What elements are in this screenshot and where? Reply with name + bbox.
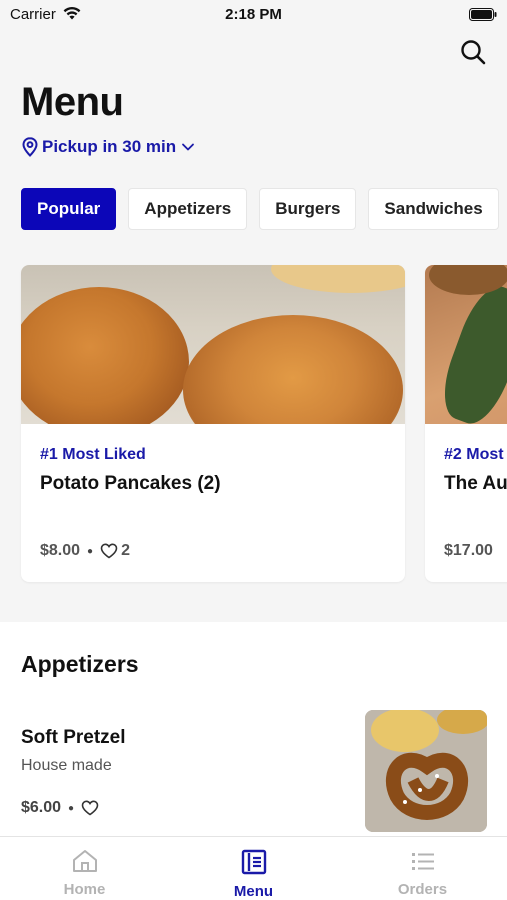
tab-menu[interactable]: Menu: [169, 837, 338, 900]
category-sandwiches[interactable]: Sandwiches: [368, 188, 499, 230]
card-rank-label: #2 Most Liked: [444, 446, 507, 463]
separator-dot: ●: [68, 802, 75, 814]
section-title: Appetizers: [21, 651, 139, 677]
tab-label: Menu: [233, 883, 274, 900]
tab-home[interactable]: Home: [0, 837, 169, 900]
pickup-label: Pickup in 30 min: [42, 137, 177, 156]
location-pin-icon: [22, 137, 38, 157]
home-icon: [72, 850, 97, 872]
card-price: $8.00: [40, 542, 81, 559]
card-meta: $8.00 ● 2: [40, 542, 130, 560]
popular-item-card[interactable]: #2 Most Liked The Au $17.00: [425, 265, 507, 582]
popular-carousel: #1 Most Liked Potato Pancakes (2) $8.00 …: [21, 265, 507, 582]
like-button[interactable]: 2: [100, 542, 130, 560]
potato-pancakes-photo: [21, 265, 405, 424]
item-meta: $6.00 ●: [21, 799, 99, 817]
card-meta: $17.00: [444, 542, 493, 560]
category-appetizers[interactable]: Appetizers: [128, 188, 248, 230]
category-popular[interactable]: Popular: [21, 188, 117, 230]
bottom-tab-bar: Home Menu Orders: [0, 836, 507, 900]
chevron-down-icon: [182, 143, 195, 151]
item-name: Soft Pretzel: [21, 727, 126, 748]
category-tabs: Popular Appetizers Burgers Sandwiches: [21, 188, 499, 230]
list-icon: [411, 853, 434, 870]
menu-book-icon: [241, 849, 266, 875]
burger-photo: [425, 265, 507, 424]
tab-orders[interactable]: Orders: [338, 837, 507, 900]
card-item-name: The Au: [444, 473, 507, 494]
popular-item-card[interactable]: #1 Most Liked Potato Pancakes (2) $8.00 …: [21, 265, 405, 582]
page-title: Menu: [21, 80, 124, 124]
clock: 2:18 PM: [225, 6, 282, 23]
battery-icon: [469, 8, 497, 21]
menu-item-soft-pretzel[interactable]: Soft Pretzel House made $6.00 ●: [0, 704, 507, 839]
item-price: $6.00: [21, 799, 62, 816]
heart-icon[interactable]: [81, 800, 99, 816]
like-count: 2: [121, 542, 130, 559]
card-rank-label: #1 Most Liked: [40, 446, 146, 463]
card-item-name: Potato Pancakes (2): [40, 473, 221, 494]
separator-dot: ●: [87, 545, 94, 557]
soft-pretzel-photo: [365, 710, 487, 832]
pickup-time-selector[interactable]: Pickup in 30 min: [22, 137, 196, 157]
search-icon[interactable]: [459, 38, 487, 66]
item-description: House made: [21, 757, 112, 774]
status-bar: Carrier 2:18 PM: [0, 0, 507, 30]
category-burgers[interactable]: Burgers: [259, 188, 357, 230]
app-screen: Carrier 2:18 PM Menu Pickup in 30 min Po…: [0, 0, 507, 900]
card-price: $17.00: [444, 542, 493, 559]
tab-label: Orders: [397, 881, 448, 898]
tab-label: Home: [63, 881, 106, 898]
heart-icon: [100, 543, 118, 559]
